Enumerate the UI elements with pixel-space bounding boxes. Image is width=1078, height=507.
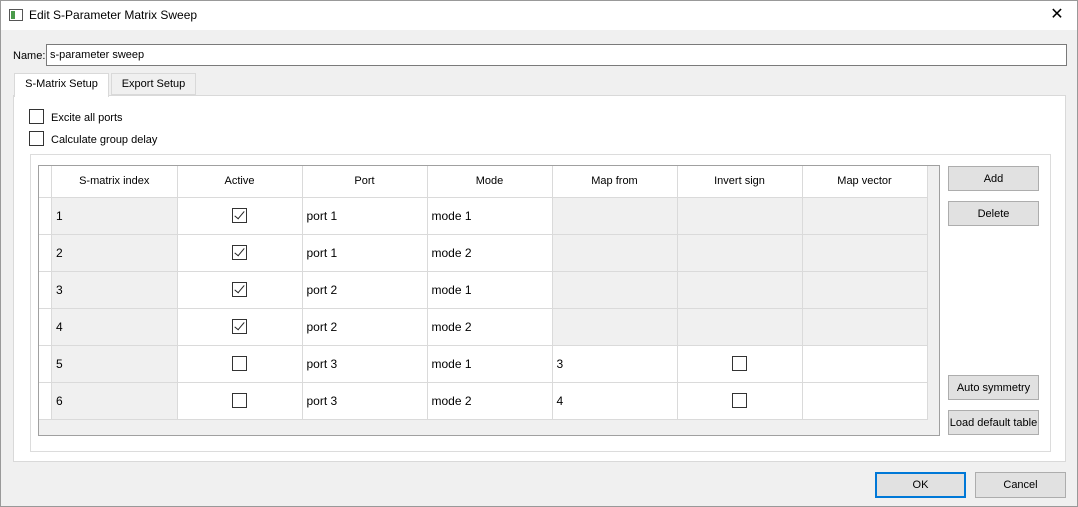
cell-index: 5 <box>52 345 178 383</box>
cell-port[interactable]: port 1 <box>302 197 428 235</box>
col-header-map-from[interactable]: Map from <box>552 166 678 198</box>
invert-sign-checkbox[interactable] <box>732 356 747 372</box>
table-row: 1 port 1 mode 1 <box>52 197 928 235</box>
tab-s-matrix-setup[interactable]: S-Matrix Setup <box>14 73 109 97</box>
cell-active <box>177 382 303 420</box>
cell-map-vector <box>802 197 928 235</box>
cancel-button[interactable]: Cancel <box>975 472 1066 498</box>
active-checkbox[interactable] <box>232 208 247 224</box>
app-icon <box>9 9 23 21</box>
cell-invert-sign <box>677 234 803 272</box>
ok-button[interactable]: OK <box>875 472 966 498</box>
cell-mode[interactable]: mode 1 <box>427 345 553 383</box>
cell-port[interactable]: port 2 <box>302 308 428 346</box>
close-icon[interactable]: ✕ <box>1037 1 1077 30</box>
cell-port[interactable]: port 3 <box>302 345 428 383</box>
row-header[interactable] <box>39 235 52 272</box>
col-header-active[interactable]: Active <box>177 166 303 198</box>
row-header[interactable] <box>39 309 52 346</box>
cell-invert-sign <box>677 271 803 309</box>
cell-invert-sign <box>677 308 803 346</box>
active-checkbox[interactable] <box>232 393 247 409</box>
cell-port[interactable]: port 3 <box>302 382 428 420</box>
cell-map-from <box>552 234 678 272</box>
table-row: 5 port 3 mode 1 3 <box>52 345 928 383</box>
table-header-row: S-matrix index Active Port Mode Map from… <box>52 166 928 198</box>
auto-symmetry-button[interactable]: Auto symmetry <box>948 375 1039 400</box>
cell-map-from <box>552 308 678 346</box>
load-default-table-button[interactable]: Load default table <box>948 410 1039 435</box>
table-row: 3 port 2 mode 1 <box>52 271 928 309</box>
invert-sign-checkbox[interactable] <box>732 393 747 409</box>
table-row: 2 port 1 mode 2 <box>52 234 928 272</box>
cell-invert-sign <box>677 382 803 420</box>
active-checkbox[interactable] <box>232 319 247 335</box>
cell-map-vector <box>802 308 928 346</box>
cell-invert-sign <box>677 345 803 383</box>
cell-map-vector[interactable] <box>802 382 928 420</box>
cell-active <box>177 345 303 383</box>
name-label: Name: <box>13 50 46 62</box>
name-input[interactable] <box>46 44 1067 66</box>
col-header-port[interactable]: Port <box>302 166 428 198</box>
tab-export-setup[interactable]: Export Setup <box>111 73 196 95</box>
cell-mode[interactable]: mode 2 <box>427 382 553 420</box>
row-header[interactable] <box>39 346 52 383</box>
table-row: 4 port 2 mode 2 <box>52 308 928 346</box>
cell-index: 4 <box>52 308 178 346</box>
cell-map-from[interactable]: 3 <box>552 345 678 383</box>
col-header-map-vector[interactable]: Map vector <box>802 166 928 198</box>
cell-map-vector[interactable] <box>802 345 928 383</box>
row-header[interactable] <box>39 198 52 235</box>
dialog-title: Edit S-Parameter Matrix Sweep <box>29 8 198 22</box>
cell-active <box>177 271 303 309</box>
delete-button[interactable]: Delete <box>948 201 1039 226</box>
title-bar: Edit S-Parameter Matrix Sweep ✕ <box>1 1 1077 30</box>
cell-map-vector <box>802 271 928 309</box>
cell-mode[interactable]: mode 1 <box>427 271 553 309</box>
cell-mode[interactable]: mode 1 <box>427 197 553 235</box>
calculate-group-delay-label: Calculate group delay <box>51 134 158 146</box>
active-checkbox[interactable] <box>232 245 247 261</box>
col-header-mode[interactable]: Mode <box>427 166 553 198</box>
cell-port[interactable]: port 1 <box>302 234 428 272</box>
dialog-window: Edit S-Parameter Matrix Sweep ✕ Name: S-… <box>0 0 1078 507</box>
cell-active <box>177 308 303 346</box>
cell-invert-sign <box>677 197 803 235</box>
active-checkbox[interactable] <box>232 282 247 298</box>
cell-mode[interactable]: mode 2 <box>427 234 553 272</box>
cell-map-from <box>552 197 678 235</box>
cell-index: 3 <box>52 271 178 309</box>
add-button[interactable]: Add <box>948 166 1039 191</box>
cell-active <box>177 197 303 235</box>
corner-header <box>39 166 52 198</box>
cell-index: 6 <box>52 382 178 420</box>
calculate-group-delay-checkbox[interactable] <box>29 131 44 146</box>
table-row: 6 port 3 mode 2 4 <box>52 382 928 420</box>
s-matrix-grid: S-matrix index Active Port Mode Map from… <box>52 166 928 420</box>
cell-map-from[interactable]: 4 <box>552 382 678 420</box>
cell-index: 2 <box>52 234 178 272</box>
row-header[interactable] <box>39 383 52 420</box>
cell-mode[interactable]: mode 2 <box>427 308 553 346</box>
col-header-invert-sign[interactable]: Invert sign <box>677 166 803 198</box>
cell-index: 1 <box>52 197 178 235</box>
excite-all-ports-label: Excite all ports <box>51 112 123 124</box>
active-checkbox[interactable] <box>232 356 247 372</box>
cell-port[interactable]: port 2 <box>302 271 428 309</box>
excite-all-ports-checkbox[interactable] <box>29 109 44 124</box>
s-matrix-table: S-matrix index Active Port Mode Map from… <box>38 165 940 436</box>
col-header-s-matrix-index[interactable]: S-matrix index <box>52 166 178 198</box>
cell-active <box>177 234 303 272</box>
cell-map-from <box>552 271 678 309</box>
row-header[interactable] <box>39 272 52 309</box>
cell-map-vector <box>802 234 928 272</box>
